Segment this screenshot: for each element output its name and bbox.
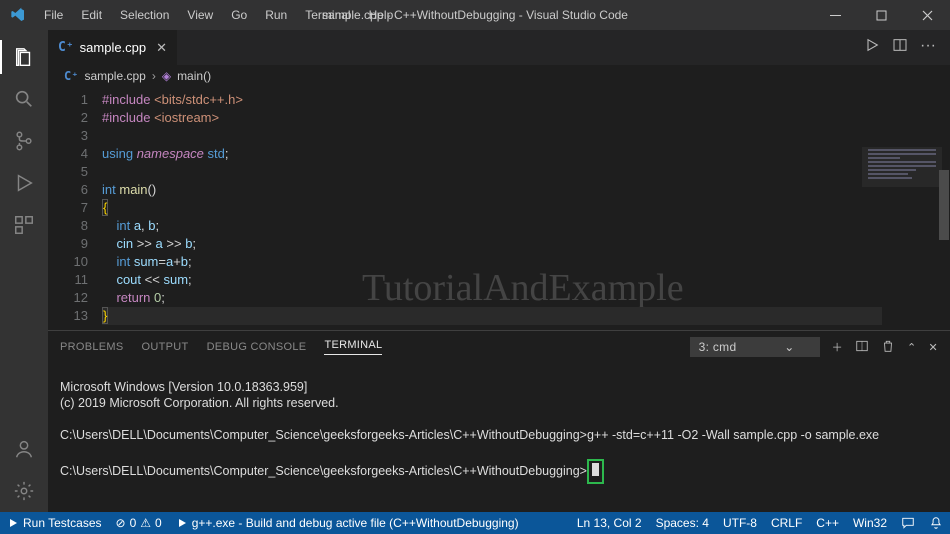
encoding[interactable]: UTF-8	[716, 516, 764, 530]
warning-icon: ⚠	[140, 516, 151, 530]
tab-terminal[interactable]: Terminal	[324, 339, 382, 355]
breadcrumb-file[interactable]: sample.cpp	[84, 69, 145, 83]
bottom-panel: Problems Output Debug Console Terminal 3…	[48, 330, 950, 512]
cursor-position[interactable]: Ln 13, Col 2	[570, 516, 649, 530]
maximize-panel-icon[interactable]: ⌃	[907, 341, 917, 354]
explorer-icon[interactable]	[0, 36, 48, 78]
more-actions-icon[interactable]: ···	[920, 37, 936, 58]
line-numbers: 123 456 789 101112 13	[48, 87, 102, 330]
panel-tabs: Problems Output Debug Console Terminal 3…	[48, 331, 950, 363]
menu-run[interactable]: Run	[257, 4, 295, 26]
minimize-button[interactable]	[812, 0, 858, 30]
language-mode[interactable]: C++	[809, 516, 846, 530]
vscode-logo	[0, 7, 36, 23]
source-control-icon[interactable]	[0, 120, 48, 162]
extensions-icon[interactable]	[0, 204, 48, 246]
tab-label: sample.cpp	[80, 40, 146, 55]
cube-icon: ◈	[162, 69, 171, 83]
split-editor-icon[interactable]	[892, 37, 908, 58]
run-testcases-button[interactable]: Run Testcases	[0, 512, 109, 534]
settings-icon[interactable]	[0, 470, 48, 512]
eol[interactable]: CRLF	[764, 516, 809, 530]
split-terminal-icon[interactable]	[855, 339, 869, 356]
chevron-down-icon: ⌄	[784, 340, 794, 354]
accounts-icon[interactable]	[0, 428, 48, 470]
run-debug-icon[interactable]	[0, 162, 48, 204]
titlebar: File Edit Selection View Go Run Terminal…	[0, 0, 950, 30]
code-content[interactable]: #include <bits/stdc++.h> #include <iostr…	[102, 91, 950, 325]
editor-tab-sample[interactable]: C⁺ sample.cpp ✕	[48, 30, 177, 65]
window-title: sample.cpp - C++WithoutDebugging - Visua…	[322, 8, 628, 22]
maximize-button[interactable]	[858, 0, 904, 30]
editor-area: C⁺ sample.cpp ✕ ··· C⁺ sample.cpp › ◈ ma…	[48, 30, 950, 512]
close-button[interactable]	[904, 0, 950, 30]
menu-file[interactable]: File	[36, 4, 71, 26]
indentation[interactable]: Spaces: 4	[649, 516, 716, 530]
menu-view[interactable]: View	[179, 4, 221, 26]
tab-output[interactable]: Output	[142, 341, 189, 353]
status-bar: Run Testcases ⊘0 ⚠0 g++.exe - Build and …	[0, 512, 950, 534]
terminal-content[interactable]: Microsoft Windows [Version 10.0.18363.95…	[48, 363, 950, 512]
kill-terminal-icon[interactable]	[881, 339, 895, 356]
target[interactable]: Win32	[846, 516, 894, 530]
tab-close-icon[interactable]: ✕	[156, 40, 167, 56]
run-code-icon[interactable]	[864, 37, 880, 58]
new-terminal-icon[interactable]: ＋	[832, 339, 843, 355]
breadcrumb[interactable]: C⁺ sample.cpp › ◈ main()	[48, 65, 950, 87]
menu-edit[interactable]: Edit	[73, 4, 110, 26]
build-config[interactable]: g++.exe - Build and debug active file (C…	[169, 512, 526, 534]
breadcrumb-symbol[interactable]: main()	[177, 69, 211, 83]
menu-go[interactable]: Go	[223, 4, 255, 26]
error-icon: ⊘	[116, 516, 126, 530]
chevron-right-icon: ›	[152, 69, 156, 83]
terminal-cursor	[592, 463, 599, 476]
close-panel-icon[interactable]: ✕	[928, 341, 938, 354]
errors-warnings[interactable]: ⊘0 ⚠0	[109, 512, 169, 534]
editor-tabs: C⁺ sample.cpp ✕ ···	[48, 30, 950, 65]
cpp-file-icon: C⁺	[58, 40, 74, 55]
cpp-file-icon: C⁺	[64, 69, 78, 83]
activity-bar	[0, 30, 48, 512]
window-controls	[812, 0, 950, 30]
notifications-icon[interactable]	[922, 516, 950, 530]
tab-debug-console[interactable]: Debug Console	[207, 341, 307, 353]
search-icon[interactable]	[0, 78, 48, 120]
terminal-selector[interactable]: 3: cmd⌄	[690, 337, 820, 357]
tab-problems[interactable]: Problems	[60, 341, 124, 353]
code-editor[interactable]: 123 456 789 101112 13 TutorialAndExample…	[48, 87, 950, 330]
feedback-icon[interactable]	[894, 516, 922, 530]
menu-selection[interactable]: Selection	[112, 4, 177, 26]
